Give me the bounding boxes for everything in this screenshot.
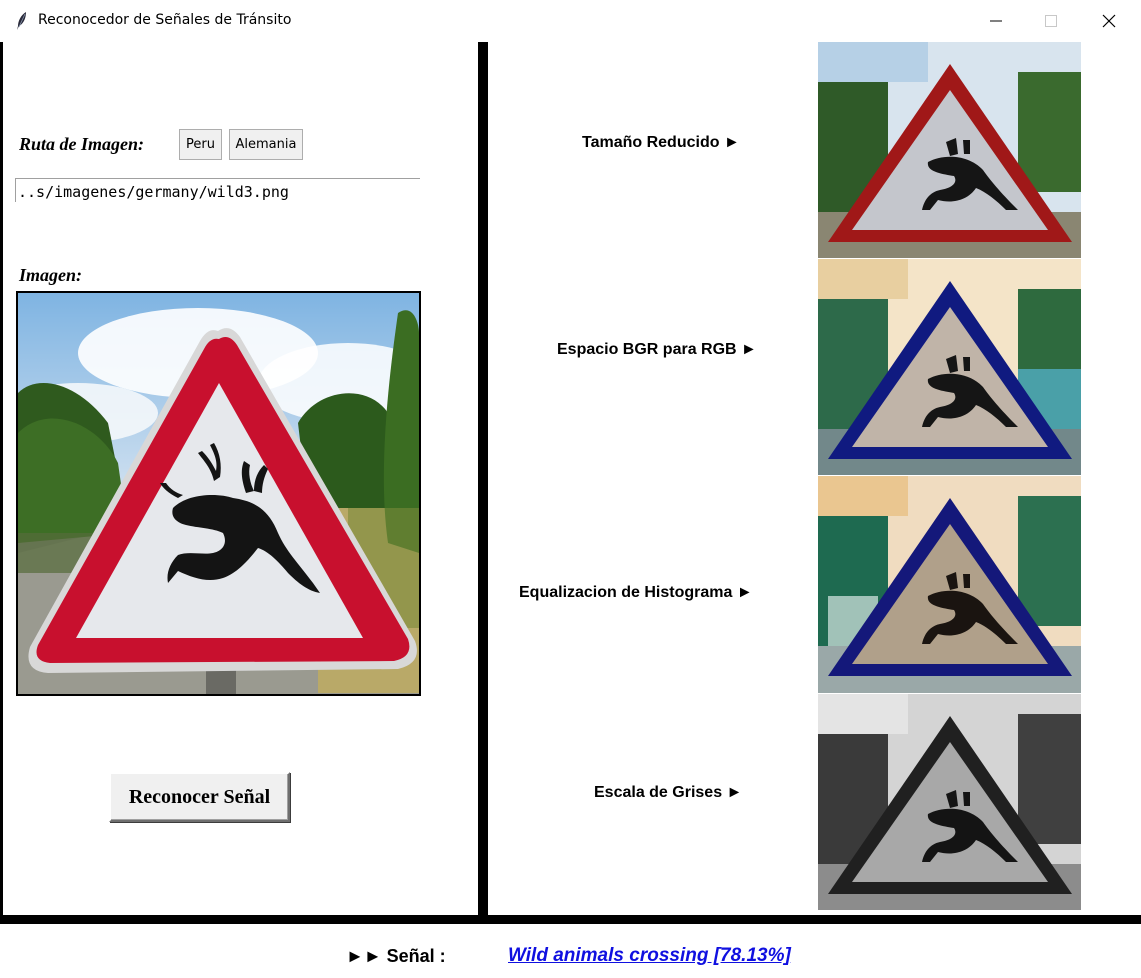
maximize-button[interactable] — [1028, 6, 1074, 36]
window-title: Reconocedor de Señales de Tránsito — [38, 12, 292, 28]
horizontal-divider — [0, 915, 1141, 924]
feather-icon — [17, 12, 26, 30]
step-label-resized: Tamaño Reducido ► — [582, 134, 740, 151]
result-value-link[interactable]: Wild animals crossing [78.13%] — [508, 945, 791, 967]
bgr-to-rgb-image — [818, 259, 1081, 475]
image-path-input[interactable] — [15, 178, 420, 202]
left-border — [0, 42, 3, 918]
minimize-icon — [990, 20, 1002, 22]
traffic-sign-photo — [16, 291, 421, 696]
histogram-equalized-image — [818, 476, 1081, 693]
minimize-button[interactable] — [973, 6, 1019, 36]
image-label: Imagen: — [19, 265, 82, 285]
grayscale-image — [818, 694, 1081, 910]
path-label: Ruta de Imagen: — [19, 134, 145, 154]
peru-button[interactable]: Peru — [179, 129, 222, 160]
vertical-divider — [478, 42, 488, 918]
step-label-histogram-eq: Equalizacion de Histograma ► — [519, 584, 753, 601]
step-label-grayscale: Escala de Grises ► — [594, 784, 743, 801]
close-icon — [1102, 14, 1116, 28]
maximize-icon — [1045, 15, 1057, 27]
step-label-bgr-rgb: Espacio BGR para RGB ► — [557, 341, 757, 358]
recognize-sign-button[interactable]: Reconocer Señal — [109, 772, 290, 822]
alemania-button[interactable]: Alemania — [229, 129, 303, 160]
result-label: ►► Señal : — [346, 946, 446, 966]
resized-sign-image — [818, 42, 1081, 258]
close-button[interactable] — [1086, 6, 1132, 36]
